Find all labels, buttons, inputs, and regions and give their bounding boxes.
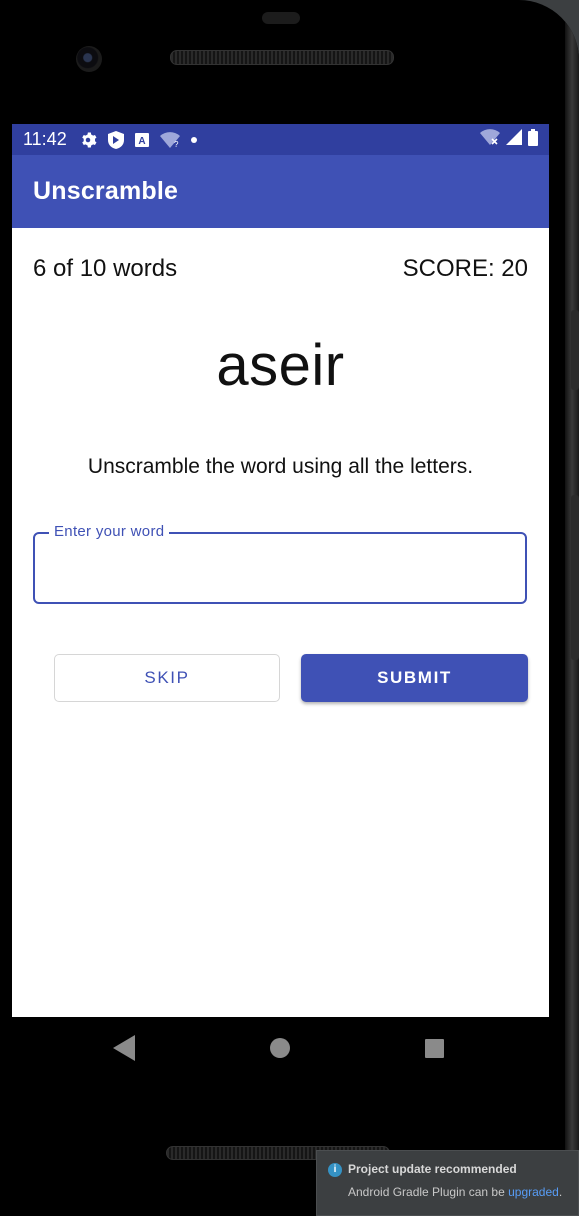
word-count: 6 of 10 words <box>33 255 178 282</box>
input-label: Enter your word <box>49 523 170 540</box>
notification-body: Android Gradle Plugin can be upgraded. <box>348 1185 562 1199</box>
app-title: Unscramble <box>33 177 179 205</box>
notification-title: Project update recommended <box>348 1162 517 1176</box>
word-input[interactable] <box>49 554 513 584</box>
svg-text:?: ? <box>174 140 179 148</box>
wifi-question-icon: ? <box>159 131 180 148</box>
ide-notification[interactable]: i Project update recommended Android Gra… <box>316 1150 579 1216</box>
home-icon[interactable] <box>270 1038 290 1063</box>
status-time: 11:42 <box>23 129 67 149</box>
scrambled-word: aseir <box>216 333 345 398</box>
dot-icon <box>190 136 197 143</box>
wifi-off-icon <box>480 129 500 150</box>
game-content: 6 of 10 words SCORE: 20 aseir Unscramble… <box>12 228 549 1017</box>
front-camera <box>76 46 102 72</box>
skip-button[interactable]: SKIP <box>54 654 280 702</box>
gear-icon <box>79 131 97 149</box>
earpiece-speaker <box>170 50 394 65</box>
status-right <box>480 128 538 151</box>
signal-icon <box>506 129 522 150</box>
phone-frame: 11:42 A ? Unscramble 6 of 10 words SCORE… <box>0 0 579 1216</box>
sensor <box>262 12 300 24</box>
submit-button[interactable]: SUBMIT <box>301 654 528 702</box>
info-icon: i <box>328 1163 342 1177</box>
notification-body-text: Android Gradle Plugin can be <box>348 1185 509 1199</box>
upgrade-link[interactable]: upgraded <box>508 1185 559 1199</box>
score-label: SCORE: 20 <box>402 255 528 282</box>
volume-button <box>571 310 579 390</box>
svg-text:A: A <box>138 136 145 147</box>
power-button <box>571 495 579 660</box>
battery-icon <box>528 128 538 151</box>
back-icon[interactable] <box>113 1035 135 1066</box>
navigation-bar <box>12 1017 549 1082</box>
device-screen: 11:42 A ? Unscramble 6 of 10 words SCORE… <box>12 124 549 1017</box>
status-bar: 11:42 A ? <box>12 124 549 155</box>
notification-body-suffix: . <box>558 1185 563 1199</box>
a-box-icon: A <box>134 132 149 147</box>
instructions-text: Unscramble the word using all the letter… <box>87 455 474 478</box>
shield-icon <box>107 130 124 149</box>
recents-icon[interactable] <box>425 1039 444 1063</box>
word-input-field[interactable]: Enter your word <box>33 523 527 604</box>
app-bar: Unscramble <box>12 155 549 228</box>
